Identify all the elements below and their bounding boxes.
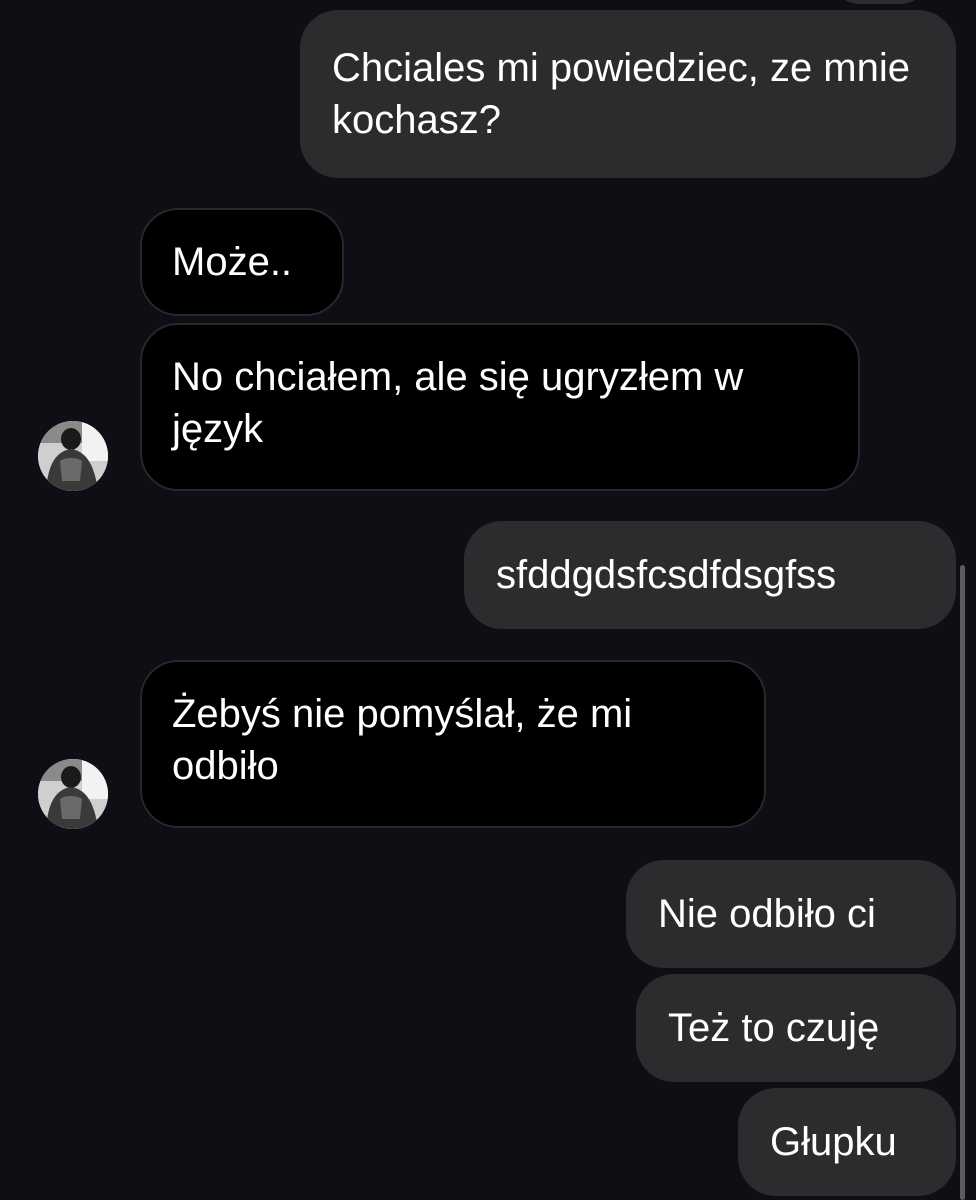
scrollbar[interactable] (960, 565, 965, 1200)
received-message-bubble[interactable]: Żebyś nie pomyślał, że mi odbiło (140, 660, 766, 828)
sent-message-bubble[interactable]: Nie odbiło ci (626, 860, 956, 968)
message-text: Głupku (770, 1120, 897, 1164)
message-thread: Chciales mi powiedziec, ze mnie kochasz?… (0, 0, 976, 1200)
message-text: Też to czuję (668, 1006, 880, 1050)
avatar-photo-icon (38, 759, 108, 829)
sent-message-bubble[interactable]: Głupku (738, 1088, 956, 1196)
received-message-bubble[interactable]: No chciałem, ale się ugryzłem w język (140, 323, 860, 491)
message-text: Może.. (172, 240, 293, 284)
avatar-photo-icon (38, 421, 108, 491)
message-text: Nie odbiło ci (658, 892, 876, 936)
previous-message-bubble[interactable] (830, 0, 930, 4)
sent-message-bubble[interactable]: sfddgdsfcsdfdsgfss (464, 521, 956, 629)
sender-avatar[interactable] (38, 421, 108, 491)
sender-avatar[interactable] (38, 759, 108, 829)
received-message-bubble[interactable]: Może.. (140, 208, 344, 316)
sent-message-bubble[interactable]: Chciales mi powiedziec, ze mnie kochasz? (300, 10, 956, 178)
message-text: sfddgdsfcsdfdsgfss (496, 553, 837, 597)
sent-message-bubble[interactable]: Też to czuję (636, 974, 956, 1082)
message-text: Chciales mi powiedziec, ze mnie kochasz? (332, 46, 911, 142)
message-text: Żebyś nie pomyślał, że mi odbiło (172, 692, 633, 788)
message-text: No chciałem, ale się ugryzłem w język (172, 355, 744, 451)
